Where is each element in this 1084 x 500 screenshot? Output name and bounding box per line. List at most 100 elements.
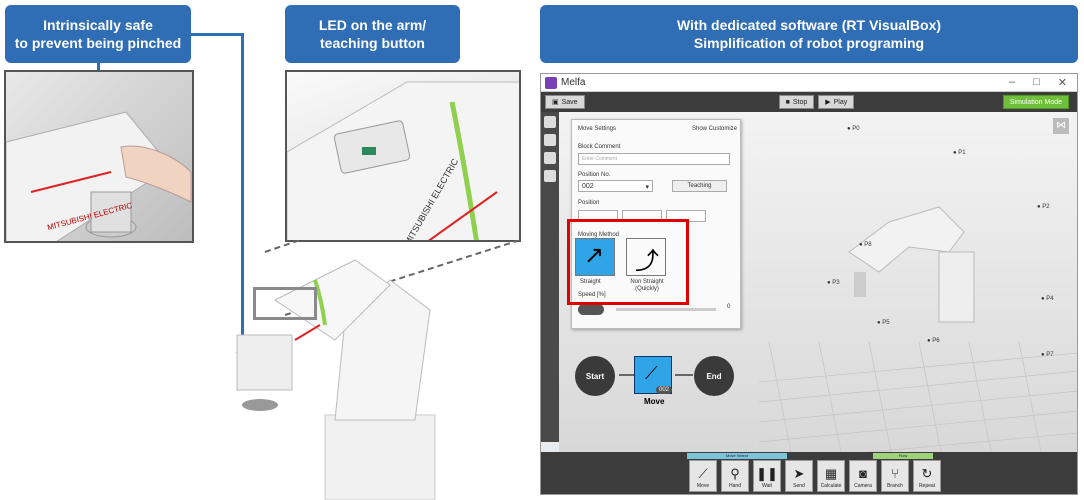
flow-arrow-2 (675, 374, 693, 376)
minimize-icon[interactable]: – (1009, 76, 1015, 89)
flow-end-label: End (706, 371, 722, 381)
play-label: Play (833, 98, 848, 106)
group-flow-label: Flow (873, 453, 933, 459)
show-customize-link[interactable]: Show Customize (692, 126, 737, 132)
cmd-repeat-label: Repeat (918, 483, 936, 489)
point-p1-label: P1 (958, 150, 966, 156)
cmd-calculate[interactable]: ▦ Calculate (817, 460, 845, 492)
point-p7-label: P7 (1046, 352, 1054, 358)
window-controls: – □ ✕ (1009, 76, 1077, 89)
point-p7: ● P7 (1041, 352, 1054, 358)
led-arm-photo: MITSUBISHI ELECTRIC (285, 70, 521, 242)
cmd-hand-label: Hand (729, 483, 741, 489)
callout-software: With dedicated software (RT VisualBox) S… (540, 5, 1078, 63)
stop-button[interactable]: ■ Stop (778, 95, 815, 109)
play-icon: ▶ (825, 99, 831, 106)
point-p5-label: P5 (882, 320, 890, 326)
position-no-label: Position No. (578, 172, 611, 178)
cmd-calculate-label: Calculate (820, 483, 842, 489)
callout-software-line2: Simplification of robot programing (693, 35, 925, 51)
position-no-value: 002 (582, 183, 594, 190)
sidebar-robot-icon[interactable] (544, 116, 556, 128)
gripper-photo: MITSUBISHI ELECTRIC (4, 70, 194, 243)
non-straight-label: Non Straight (Quickly) (630, 279, 664, 292)
block-comment-input[interactable]: Enter Comment (578, 153, 730, 165)
point-p0: ● P0 (847, 126, 860, 132)
flow-move-label: Move (644, 397, 665, 406)
cmd-wait[interactable]: ❚❚ Wait (753, 460, 781, 492)
flow-start-label: Start (585, 371, 605, 381)
hand-icon: ⚲ (730, 466, 740, 481)
callout-led-line1: LED on the arm/ (318, 17, 427, 33)
non-straight-option[interactable]: ⤴ (626, 238, 666, 276)
close-icon[interactable]: ✕ (1058, 76, 1067, 89)
app-icon (545, 76, 557, 89)
flow-move-badge: 002 (656, 386, 673, 394)
branch-icon: ⑂ (891, 466, 899, 481)
cmd-send[interactable]: ➤ Send (785, 460, 813, 492)
callout-safety: Intrinsically safe to prevent being pinc… (5, 5, 191, 63)
straight-arrow-icon: ↗ (584, 242, 605, 269)
callout-led-line2: teaching button (320, 35, 425, 51)
window-titlebar: Melfa – □ ✕ (541, 74, 1077, 92)
cmd-branch-label: Branch (887, 483, 903, 489)
point-p8-label: P8 (864, 242, 872, 248)
move-icon: ⟋ (698, 466, 708, 481)
block-comment-label: Block Comment (578, 144, 621, 150)
cmd-camera[interactable]: ◙ Camera (849, 460, 877, 492)
led-highlight-box (253, 287, 317, 320)
save-icon: ▣ (552, 99, 559, 106)
simulation-mode-toggle[interactable]: Simulation Mode (1002, 95, 1069, 109)
straight-option[interactable]: ↗ (575, 238, 615, 276)
speed-toggle[interactable] (578, 304, 604, 315)
cmd-send-label: Send (793, 483, 805, 489)
point-p0-label: P0 (852, 126, 860, 132)
callout-safety-line1: Intrinsically safe (43, 17, 153, 33)
point-p1: ● P1 (953, 150, 966, 156)
chevron-down-icon: ▾ (645, 184, 649, 191)
point-p5: ● P5 (877, 320, 890, 326)
play-button[interactable]: ▶ Play (818, 95, 855, 109)
cmd-wait-label: Wait (762, 483, 772, 489)
maximize-icon[interactable]: □ (1033, 76, 1040, 89)
point-p2-label: P2 (1042, 204, 1050, 210)
cmd-hand[interactable]: ⚲ Hand (721, 460, 749, 492)
flow-start-node[interactable]: Start (575, 356, 615, 396)
point-p6: ● P6 (927, 338, 940, 344)
point-p4: ● P4 (1041, 296, 1054, 302)
window-title: Melfa (561, 77, 586, 88)
connector-robot-horizontal (191, 33, 243, 36)
camera-icon: ◙ (859, 466, 867, 481)
flow-end-node[interactable]: End (694, 356, 734, 396)
send-icon: ➤ (793, 466, 805, 481)
straight-label: Straight (580, 279, 601, 285)
move-icon: ⟋ (645, 363, 658, 383)
cmd-repeat[interactable]: ↻ Repeat (913, 460, 941, 492)
robot-illustration (236, 240, 521, 500)
teaching-button[interactable]: Teaching (672, 180, 727, 192)
cmd-move[interactable]: ⟋ Move (689, 460, 717, 492)
stop-icon: ■ (785, 98, 790, 106)
point-p6-label: P6 (932, 338, 940, 344)
speed-slider[interactable] (616, 308, 716, 311)
led-arm-illustration (287, 81, 519, 240)
position-no-select[interactable]: 002 ▾ (578, 180, 653, 192)
group-move-select-label: Move Select (687, 453, 787, 459)
point-p4-label: P4 (1046, 296, 1054, 302)
stop-label: Stop (792, 98, 808, 106)
sidebar-table-icon[interactable] (544, 152, 556, 164)
share-icon[interactable]: ⋈ (1053, 118, 1069, 134)
cmd-branch[interactable]: ⑂ Branch (881, 460, 909, 492)
save-label: Save (561, 98, 578, 106)
sidebar-folder-icon[interactable] (544, 134, 556, 146)
speed-value: 0 (727, 304, 731, 310)
calculator-icon: ▦ (824, 466, 838, 481)
top-toolbar: ▣ Save ■ Stop ▶ Play Simulation Mode (541, 92, 1077, 112)
callout-software-line1: With dedicated software (RT VisualBox) (676, 17, 942, 33)
sidebar-settings-icon[interactable] (544, 170, 556, 182)
position-label: Position (578, 200, 600, 206)
pause-icon: ❚❚ (756, 466, 778, 481)
save-button[interactable]: ▣ Save (545, 95, 585, 109)
virtual-robot (848, 206, 975, 323)
cmd-camera-label: Camera (854, 483, 872, 489)
